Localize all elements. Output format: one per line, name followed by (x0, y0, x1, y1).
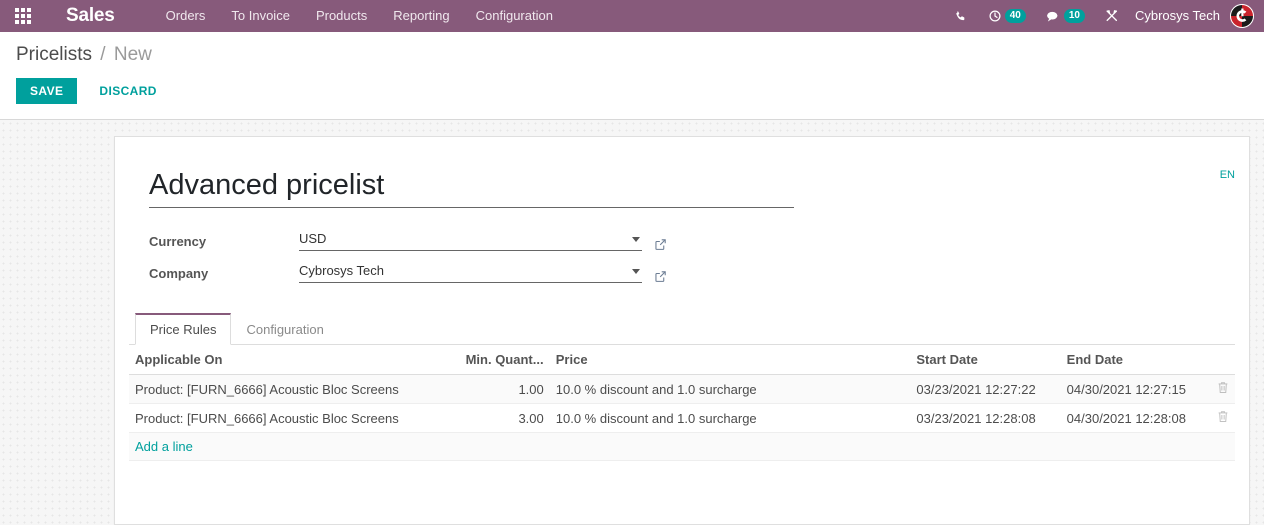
company-external-link-icon[interactable] (654, 270, 667, 283)
column-header-start-date[interactable]: Start Date (910, 345, 1061, 375)
notebook-tabs: Price Rules Configuration (129, 313, 1235, 345)
table-header-row: Applicable On Min. Quant... Price Start … (129, 345, 1235, 375)
navbar-right-tools: 40 10 Cybrosys Tech (945, 0, 1264, 32)
app-brand-sales[interactable]: Sales (46, 0, 125, 32)
currency-external-link-icon[interactable] (654, 238, 667, 251)
company-field-row: Company Cybrosys Tech (149, 262, 1235, 283)
cell-applicable-on[interactable]: Product: [FURN_6666] Acoustic Bloc Scree… (129, 403, 460, 433)
discard-button[interactable]: DISCARD (87, 78, 168, 104)
form-background: EN Advanced pricelist Currency USD Compa… (0, 120, 1264, 525)
page-title: Advanced pricelist (149, 169, 385, 201)
cell-delete (1210, 374, 1235, 404)
language-badge-en[interactable]: EN (1220, 169, 1235, 181)
add-line-cell: Add a line (129, 432, 1235, 461)
form-fields: Currency USD Company Cybrosys Tech (149, 230, 1235, 283)
cell-price[interactable]: 10.0 % discount and 1.0 surcharge (549, 374, 911, 404)
top-navbar: Sales Orders To Invoice Products Reporti… (0, 0, 1264, 32)
currency-label: Currency (149, 234, 207, 249)
wrench-screwdriver-icon[interactable] (1095, 0, 1129, 32)
control-panel: Pricelists / New SAVE DISCARD (0, 32, 1264, 120)
breadcrumb: Pricelists / New (16, 42, 1248, 68)
cell-delete (1210, 403, 1235, 433)
column-header-actions (1210, 345, 1235, 375)
currency-field-row: Currency USD (149, 230, 1235, 251)
column-header-end-date[interactable]: End Date (1060, 345, 1211, 375)
menu-item-reporting[interactable]: Reporting (380, 0, 462, 32)
menu-item-to-invoice[interactable]: To Invoice (218, 0, 303, 32)
apps-grid-icon (15, 8, 31, 24)
column-header-applicable-on[interactable]: Applicable On (129, 345, 460, 375)
cell-price[interactable]: 10.0 % discount and 1.0 surcharge (549, 403, 911, 433)
tab-configuration[interactable]: Configuration (231, 313, 338, 345)
breadcrumb-current-new: New (113, 44, 152, 65)
user-avatar[interactable] (1230, 4, 1254, 28)
chevron-down-icon[interactable] (632, 268, 640, 274)
company-input[interactable]: Cybrosys Tech (299, 262, 642, 283)
price-rules-table: Applicable On Min. Quant... Price Start … (129, 345, 1235, 461)
notebook: Price Rules Configuration Applicable On … (129, 313, 1235, 461)
menu-item-orders[interactable]: Orders (153, 0, 219, 32)
column-header-min-quantity[interactable]: Min. Quant... (459, 345, 550, 375)
table-row[interactable]: Product: [FURN_6666] Acoustic Bloc Scree… (129, 374, 1235, 404)
user-menu-name[interactable]: Cybrosys Tech (1129, 0, 1230, 32)
trash-icon[interactable] (1217, 381, 1229, 394)
table-header: Applicable On Min. Quant... Price Start … (129, 345, 1235, 375)
trash-icon[interactable] (1217, 410, 1229, 423)
main-menu: Orders To Invoice Products Reporting Con… (153, 0, 566, 32)
menu-item-products[interactable]: Products (303, 0, 380, 32)
table-row[interactable]: Product: [FURN_6666] Acoustic Bloc Scree… (129, 403, 1235, 433)
table-body: Product: [FURN_6666] Acoustic Bloc Scree… (129, 374, 1235, 461)
tab-price-rules[interactable]: Price Rules (135, 313, 232, 345)
company-label: Company (149, 266, 209, 281)
company-value: Cybrosys Tech (299, 263, 385, 278)
add-a-line-link[interactable]: Add a line (135, 439, 193, 454)
currency-value: USD (299, 231, 327, 246)
pricelist-name-field[interactable]: Advanced pricelist (149, 167, 794, 208)
cell-start-date[interactable]: 03/23/2021 12:28:08 (910, 403, 1061, 433)
save-button[interactable]: SAVE (16, 78, 78, 104)
add-line-row[interactable]: Add a line (129, 432, 1235, 461)
form-sheet: EN Advanced pricelist Currency USD Compa… (114, 136, 1250, 525)
cell-applicable-on[interactable]: Product: [FURN_6666] Acoustic Bloc Scree… (129, 374, 460, 404)
currency-input[interactable]: USD (299, 230, 642, 251)
chevron-down-icon[interactable] (632, 236, 640, 242)
column-header-price[interactable]: Price (549, 345, 911, 375)
menu-item-configuration[interactable]: Configuration (463, 0, 566, 32)
cell-end-date[interactable]: 04/30/2021 12:27:15 (1060, 374, 1211, 404)
apps-menu-icon[interactable] (0, 0, 46, 32)
cell-min-quantity[interactable]: 1.00 (459, 374, 550, 404)
phone-icon[interactable] (945, 0, 978, 32)
cell-min-quantity[interactable]: 3.00 (459, 403, 550, 433)
cell-start-date[interactable]: 03/23/2021 12:27:22 (910, 374, 1061, 404)
cell-end-date[interactable]: 04/30/2021 12:28:08 (1060, 403, 1211, 433)
activity-clock-icon[interactable]: 40 (978, 0, 1036, 32)
message-count-badge: 10 (1063, 9, 1085, 23)
breadcrumb-pricelists[interactable]: Pricelists (16, 44, 92, 65)
record-action-buttons: SAVE DISCARD (16, 78, 1248, 104)
activity-count-badge: 40 (1004, 9, 1026, 23)
chat-bubble-icon[interactable]: 10 (1036, 0, 1095, 32)
breadcrumb-separator: / (100, 44, 106, 65)
